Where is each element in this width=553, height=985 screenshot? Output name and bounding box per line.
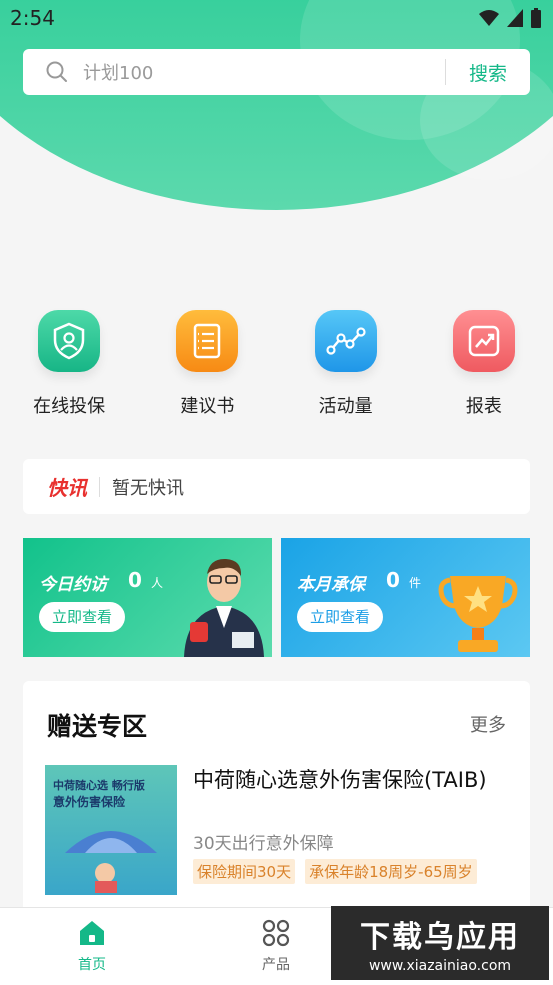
battery-icon xyxy=(531,8,541,28)
policies-view-button[interactable]: 立即查看 xyxy=(297,602,383,632)
quick-action-report[interactable]: 报表 xyxy=(424,310,544,418)
thumb-line2: 意外伤害保险 xyxy=(53,795,126,809)
nav-home[interactable]: 首页 xyxy=(42,918,142,974)
today-visits-card[interactable]: 今日约访 0 人 立即查看 xyxy=(23,538,272,657)
watermark-main: 下载乌应用 xyxy=(360,920,520,955)
watermark: 下载乌应用 www.xiazainiao.com xyxy=(331,906,549,980)
news-logo: 快讯 xyxy=(47,476,87,500)
product-thumbnail: 中荷随心选 畅行版 意外伤害保险 xyxy=(45,765,177,895)
status-icons xyxy=(479,8,541,28)
search-input[interactable]: 计划100 xyxy=(83,59,445,85)
status-bar: 2:54 xyxy=(0,0,553,36)
grid-icon xyxy=(262,919,290,947)
product-tags: 保险期间30天 承保年龄18周岁-65周岁 xyxy=(193,859,477,884)
nav-label: 首页 xyxy=(78,957,106,973)
quick-action-online-insure[interactable]: 在线投保 xyxy=(9,310,129,418)
gift-more-link[interactable]: 更多 xyxy=(470,711,506,737)
chart-report-icon xyxy=(452,310,515,372)
watermark-url: www.xiazainiao.com xyxy=(368,958,512,974)
policies-title: 本月承保 xyxy=(297,575,365,595)
quick-action-activity[interactable]: 活动量 xyxy=(286,310,406,418)
status-time: 2:54 xyxy=(10,6,55,30)
visits-title: 今日约访 xyxy=(39,575,107,595)
gift-section: 赠送专区 更多 中荷随心选 畅行版 意外伤害保险 中荷随心选意外伤害保险(TAI… xyxy=(23,681,530,921)
trophy-illustration xyxy=(438,576,518,652)
gift-section-title: 赠送专区 xyxy=(47,712,148,741)
trend-line-icon xyxy=(314,310,377,372)
product-tag: 承保年龄18周岁-65周岁 xyxy=(305,859,477,884)
news-text: 暂无快讯 xyxy=(112,477,184,499)
product-card[interactable]: 中荷随心选 畅行版 意外伤害保险 中荷随心选意外伤害保险(TAIB) 30天出行… xyxy=(45,765,515,905)
nav-products[interactable]: 产品 xyxy=(226,918,326,974)
product-name: 中荷随心选意外伤害保险(TAIB) xyxy=(193,768,487,792)
product-description: 30天出行意外保障 xyxy=(193,834,334,854)
wifi-icon xyxy=(479,10,499,26)
businessman-illustration xyxy=(184,558,264,657)
quick-action-label: 建议书 xyxy=(180,396,235,417)
quick-action-label: 活动量 xyxy=(318,396,373,417)
news-divider xyxy=(99,476,100,497)
notebook-icon xyxy=(176,310,239,372)
visits-count: 0 xyxy=(128,568,142,592)
search-icon xyxy=(46,61,67,82)
visits-view-button[interactable]: 立即查看 xyxy=(39,602,125,632)
visits-unit: 人 xyxy=(151,576,164,590)
policies-count: 0 xyxy=(386,568,400,592)
shield-user-icon xyxy=(38,310,101,372)
quick-action-proposal[interactable]: 建议书 xyxy=(147,310,267,418)
news-bar[interactable]: 快讯 暂无快讯 xyxy=(23,459,530,514)
search-button[interactable]: 搜索 xyxy=(446,59,530,86)
nav-label: 产品 xyxy=(262,957,290,973)
monthly-policies-card[interactable]: 本月承保 0 件 立即查看 xyxy=(281,538,530,657)
thumb-line1: 中荷随心选 畅行版 xyxy=(53,779,145,792)
quick-action-label: 在线投保 xyxy=(33,396,106,417)
umbrella-illustration xyxy=(65,831,157,893)
search-bar[interactable]: 计划100 搜索 xyxy=(23,49,530,95)
signal-icon xyxy=(507,9,523,27)
product-tag: 保险期间30天 xyxy=(193,859,296,884)
quick-action-label: 报表 xyxy=(465,396,502,417)
home-icon xyxy=(80,921,104,945)
policies-unit: 件 xyxy=(409,576,422,590)
quick-actions: 在线投保 建议书 活动量 报表 xyxy=(0,310,553,418)
